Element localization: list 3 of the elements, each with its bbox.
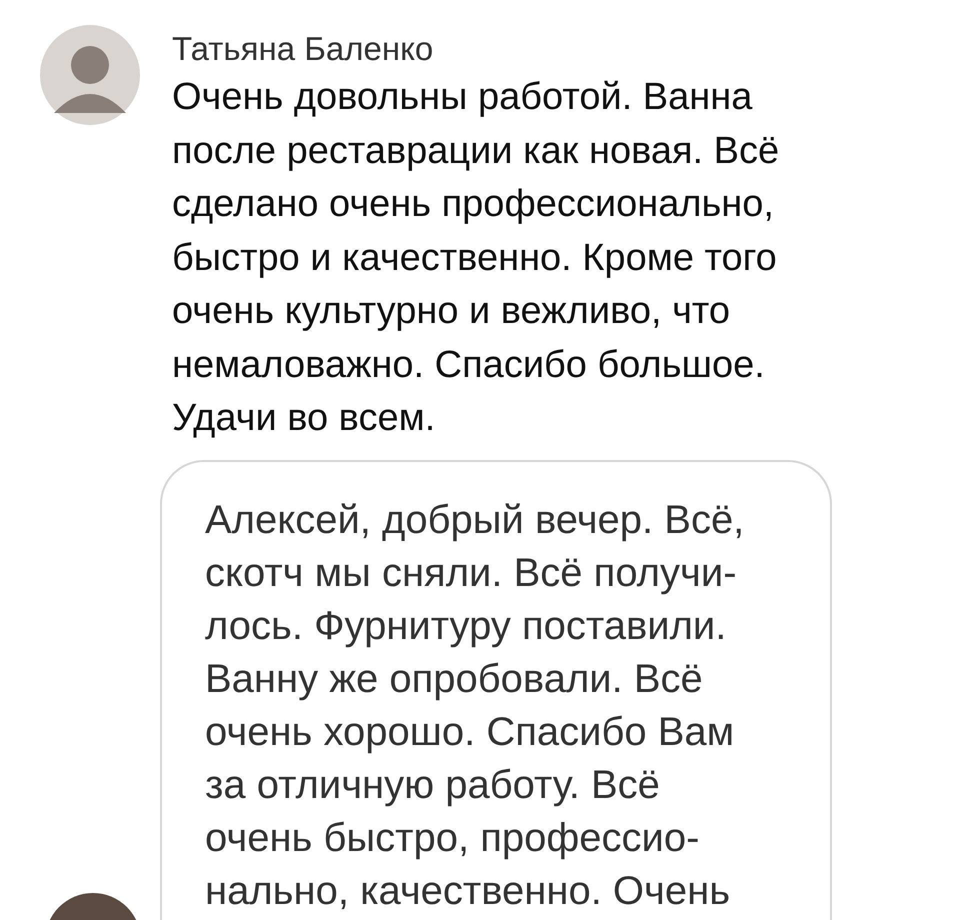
author-name[interactable]: Татьяна Баленко <box>172 31 780 67</box>
comment-text: Очень довольны работой. Ванна после реставрации как новая. Всё сделано очень профессионально, быстро и качественно. Кроме того очень культурно и вежливо, что немаловажно. Спасибо большое. Удачи во всем. <box>172 75 780 441</box>
reply-text: Алексей, добрый вечер. Всё, скотч мы сняли. Всё получи- лось. Фурнитуру поставили. Ванну же опробовали. Всё очень хорошо. Спасибо Вам за отличную работу. Всё очень быстро, профессио- нально, качественно. Очень <box>205 496 746 914</box>
